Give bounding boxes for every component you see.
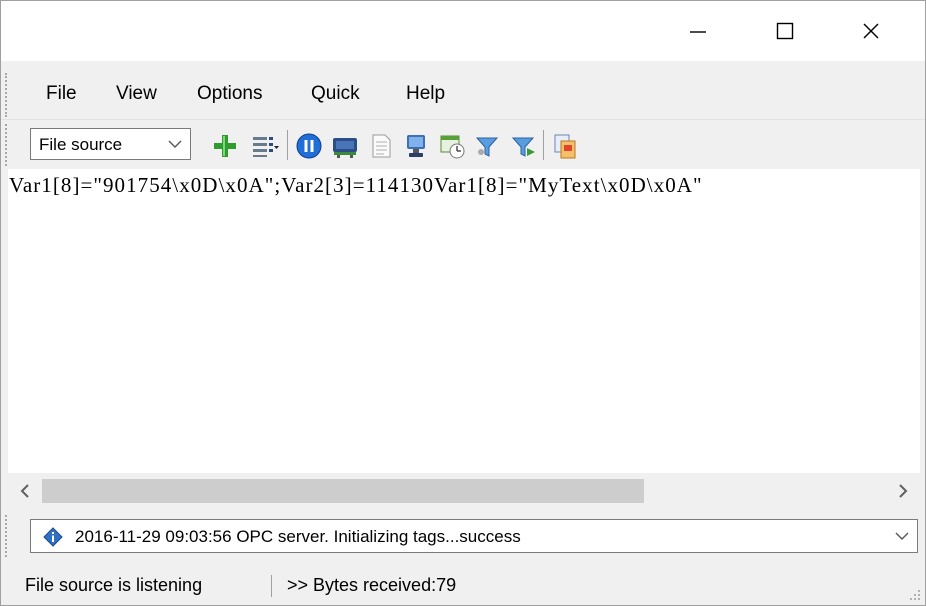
- minimize-button[interactable]: [669, 1, 727, 61]
- port-icon[interactable]: [331, 132, 359, 160]
- data-text-area[interactable]: Var1[8]="901754\x0D\x0A";Var2[3]=114130V…: [8, 169, 920, 473]
- title-bar: [1, 1, 925, 61]
- maximize-button[interactable]: [756, 1, 814, 61]
- document-icon[interactable]: [367, 132, 395, 160]
- menu-bar: File View Options Quick Help: [1, 71, 925, 119]
- horizontal-scrollbar[interactable]: [8, 473, 920, 509]
- computer-icon[interactable]: [402, 132, 430, 160]
- source-select[interactable]: File source: [30, 128, 191, 160]
- timer-icon[interactable]: [438, 132, 466, 160]
- menu-options[interactable]: Options: [193, 81, 266, 107]
- maximize-icon: [776, 22, 794, 40]
- log-grip[interactable]: [5, 515, 11, 557]
- status-bar: File source is listening >> Bytes receiv…: [1, 567, 925, 605]
- menu-view[interactable]: View: [112, 81, 161, 107]
- status-listening: File source is listening: [25, 575, 203, 595]
- chevron-left-icon: [20, 484, 29, 498]
- copy-icon[interactable]: [551, 132, 579, 160]
- menu-grip[interactable]: [5, 73, 11, 117]
- close-button[interactable]: [842, 1, 900, 61]
- log-strip: 2016-11-29 09:03:56 OPC server. Initiali…: [1, 511, 925, 561]
- status-separator: [271, 575, 272, 597]
- menu-help[interactable]: Help: [402, 81, 449, 107]
- info-icon: [43, 527, 63, 547]
- filter-arrow-icon[interactable]: [509, 132, 537, 160]
- columns-icon[interactable]: [251, 132, 279, 160]
- toolbar-separator: [287, 130, 288, 160]
- menu-file[interactable]: File: [42, 81, 81, 107]
- log-message: 2016-11-29 09:03:56 OPC server. Initiali…: [75, 527, 521, 546]
- toolbar-grip[interactable]: [5, 124, 11, 166]
- toolbar: File source: [1, 119, 925, 170]
- scroll-thumb[interactable]: [42, 479, 644, 503]
- pause-icon[interactable]: [295, 132, 323, 160]
- chevron-right-icon: [899, 484, 908, 498]
- app-window: File View Options Quick Help File source: [0, 0, 926, 606]
- chevron-down-icon: [168, 140, 182, 148]
- received-data-text: Var1[8]="901754\x0D\x0A";Var2[3]=114130V…: [9, 173, 703, 197]
- log-select[interactable]: 2016-11-29 09:03:56 OPC server. Initiali…: [30, 519, 918, 553]
- menu-quick[interactable]: Quick: [307, 81, 364, 107]
- scroll-right-button[interactable]: [886, 473, 920, 509]
- add-icon[interactable]: [211, 132, 239, 160]
- chevron-down-icon: [895, 532, 909, 540]
- resize-grip-icon[interactable]: [907, 587, 921, 601]
- status-bytes-received: >> Bytes received:79: [287, 575, 457, 595]
- source-select-value: File source: [39, 135, 123, 154]
- minimize-icon: [690, 31, 706, 33]
- filter-icon[interactable]: [473, 132, 501, 160]
- toolbar-separator: [543, 130, 544, 160]
- close-icon: [863, 23, 879, 39]
- scroll-left-button[interactable]: [8, 473, 42, 509]
